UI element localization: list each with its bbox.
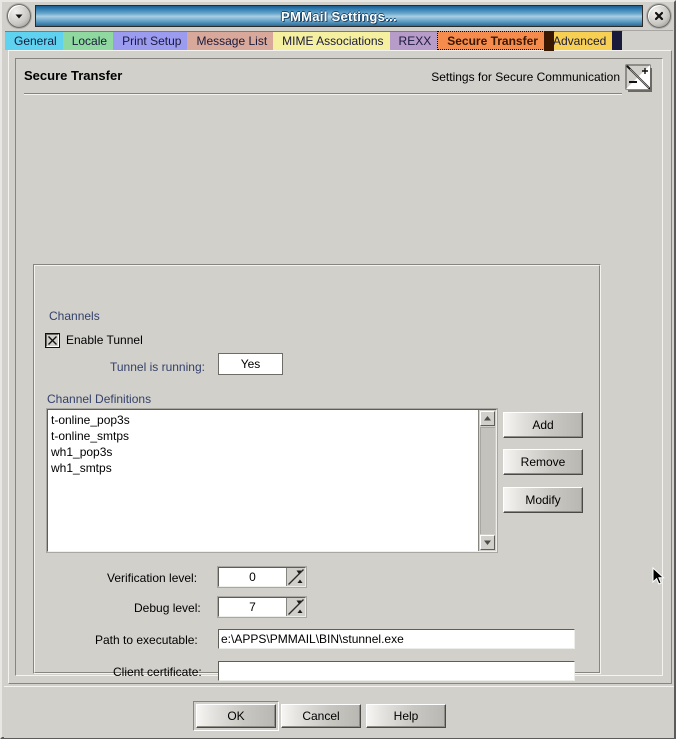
- remove-button[interactable]: Remove: [503, 449, 583, 475]
- close-icon[interactable]: [647, 4, 671, 28]
- verification-level-spin-buttons[interactable]: [286, 568, 305, 586]
- tab-label: Message List: [196, 34, 268, 48]
- tab-label: Secure Transfer: [447, 34, 538, 48]
- title-bar: PMMail Settings...: [4, 4, 674, 28]
- path-to-executable-label: Path to executable:: [95, 633, 198, 647]
- tab-slant: [612, 31, 623, 51]
- tab-locale[interactable]: Locale: [62, 31, 124, 51]
- tunnel-running-value: Yes: [218, 353, 283, 375]
- scroll-up-icon[interactable]: [480, 411, 495, 426]
- page-title: Secure Transfer: [24, 68, 123, 83]
- enable-tunnel-row[interactable]: Enable Tunnel: [46, 333, 143, 347]
- dialog-button-bar: OK Cancel Help: [4, 686, 674, 738]
- channel-definitions-list[interactable]: t-online_pop3s t-online_smtps wh1_pop3s wh1…: [47, 409, 497, 552]
- settings-window: PMMail Settings... General Locale Print Se…: [0, 0, 676, 739]
- channel-definitions-label: Channel Definitions: [47, 392, 152, 406]
- tab-general[interactable]: General: [5, 31, 74, 51]
- tab-label: MIME Associations: [282, 34, 384, 48]
- help-button[interactable]: Help: [366, 704, 446, 728]
- path-to-executable-input[interactable]: e:\APPS\PMMAIL\BIN\stunnel.exe: [218, 629, 575, 649]
- list-scrollbar[interactable]: [478, 410, 496, 551]
- tab-mime-associations[interactable]: MIME Associations: [273, 31, 400, 51]
- tab-slant: [543, 31, 555, 51]
- chevron-down-icon[interactable]: [7, 4, 31, 28]
- cancel-button[interactable]: Cancel: [281, 704, 361, 728]
- verification-level-stepper[interactable]: 0: [218, 567, 306, 587]
- scroll-down-icon[interactable]: [480, 535, 495, 550]
- list-item[interactable]: wh1_pop3s: [51, 444, 478, 460]
- header-divider: [24, 93, 622, 95]
- modify-button[interactable]: Modify: [503, 487, 583, 513]
- tab-label: General: [14, 34, 57, 48]
- add-button[interactable]: Add: [503, 412, 583, 438]
- tab-label: Print Setup: [122, 34, 182, 48]
- window-title: PMMail Settings...: [281, 8, 397, 24]
- debug-level-value[interactable]: 7: [219, 598, 286, 616]
- verification-level-value[interactable]: 0: [219, 568, 286, 586]
- x-mark-icon: [48, 335, 57, 345]
- debug-level-spin-buttons[interactable]: [286, 598, 305, 616]
- tab-label: Locale: [71, 34, 108, 48]
- channel-definitions-list-items[interactable]: t-online_pop3s t-online_smtps wh1_pop3s wh1…: [48, 410, 478, 551]
- client-certificate-input[interactable]: [218, 661, 575, 681]
- debug-level-stepper[interactable]: 7: [218, 597, 306, 617]
- tunnel-running-label: Tunnel is running:: [110, 360, 205, 374]
- settings-page-inner: Secure Transfer Settings for Secure Comm…: [15, 58, 663, 714]
- client-certificate-label: Client certificate:: [113, 665, 202, 679]
- tab-label: REXX: [398, 34, 432, 48]
- tab-message-list[interactable]: Message List: [187, 31, 284, 51]
- tab-rexx[interactable]: REXX: [389, 31, 448, 51]
- page-header: Secure Transfer Settings for Secure Comm…: [24, 64, 654, 95]
- resize-arrow-icon[interactable]: [625, 64, 655, 94]
- verification-level-label: Verification level:: [107, 571, 198, 585]
- scrollbar-track[interactable]: [480, 427, 495, 534]
- ok-button[interactable]: OK: [196, 704, 276, 728]
- settings-page-panel: Secure Transfer Settings for Secure Comm…: [8, 50, 672, 714]
- debug-level-label: Debug level:: [134, 601, 201, 615]
- enable-tunnel-label: Enable Tunnel: [66, 333, 143, 347]
- tab-print-setup[interactable]: Print Setup: [113, 31, 198, 51]
- tab-secure-transfer[interactable]: Secure Transfer: [437, 31, 555, 51]
- channels-group-label: Channels: [45, 309, 104, 323]
- title-strip[interactable]: PMMail Settings...: [35, 5, 643, 27]
- page-subtitle: Settings for Secure Communication: [431, 70, 620, 84]
- list-item[interactable]: t-online_pop3s: [51, 412, 478, 428]
- tab-strip: General Locale Print Setup Message List MIME…: [5, 30, 673, 51]
- tab-label: Advanced: [552, 34, 607, 48]
- list-item[interactable]: t-online_smtps: [51, 428, 478, 444]
- enable-tunnel-checkbox[interactable]: [46, 333, 59, 347]
- list-item[interactable]: wh1_smtps: [51, 460, 478, 476]
